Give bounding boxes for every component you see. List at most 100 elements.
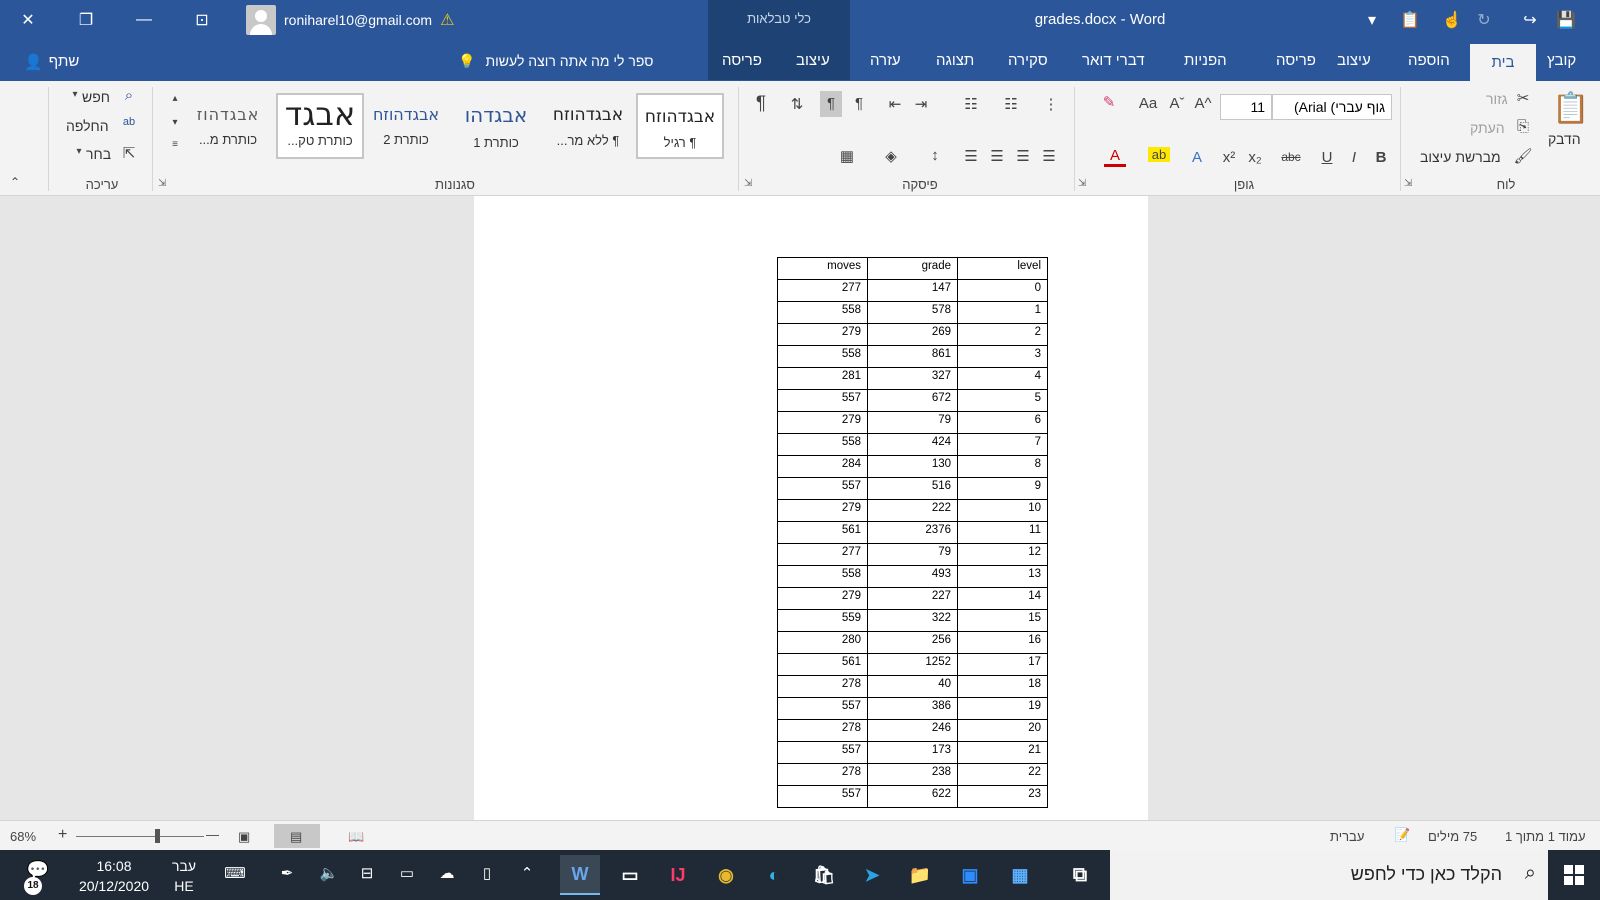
table-row[interactable]: 279 222 10 <box>777 499 1048 522</box>
table-row[interactable]: 559 322 15 <box>777 609 1048 632</box>
table-row[interactable]: 281 327 4 <box>777 367 1048 390</box>
warning-icon[interactable]: ⚠ <box>440 10 454 30</box>
redo-icon[interactable]: ↪ <box>1518 8 1542 32</box>
proofing-icon[interactable]: 📝 <box>1394 827 1410 843</box>
table-cell[interactable]: 861 <box>867 345 958 368</box>
battery-icon[interactable]: ▭ <box>396 864 418 882</box>
tab-help[interactable]: עזרה <box>870 52 901 69</box>
table-cell[interactable]: 561 <box>777 521 868 544</box>
table-row[interactable]: 561 1252 17 <box>777 653 1048 676</box>
table-cell[interactable]: grade <box>867 257 958 280</box>
find-button[interactable]: חפש <box>82 89 110 105</box>
table-row[interactable]: 279 79 6 <box>777 411 1048 434</box>
table-cell[interactable]: 557 <box>777 477 868 500</box>
table-cell[interactable]: 578 <box>867 301 958 324</box>
tab-layout[interactable]: פריסה <box>1276 52 1316 69</box>
minimize-icon[interactable]: — <box>132 8 156 32</box>
file-explorer-icon[interactable]: 📁 <box>900 855 940 895</box>
style-normal[interactable]: אבגדהוזח ¶ רגיל <box>636 93 724 159</box>
align-right-icon[interactable]: ☰ <box>1038 147 1060 165</box>
table-cell[interactable]: 15 <box>957 609 1048 632</box>
tab-review[interactable]: סקירה <box>1008 52 1048 69</box>
find-dropdown-icon[interactable]: ▾ <box>64 89 86 100</box>
table-cell[interactable]: level <box>957 257 1048 280</box>
terminal-app-icon[interactable]: ▭ <box>610 855 650 895</box>
multilevel-list-icon[interactable]: ⋮ <box>1040 95 1062 113</box>
tab-table-design[interactable]: עיצוב <box>796 52 830 69</box>
decrease-indent-icon[interactable]: ⇤ <box>884 95 906 113</box>
font-color-icon[interactable]: A <box>1104 147 1126 167</box>
table-row[interactable]: 557 622 23 <box>777 785 1048 808</box>
style-no-spacing[interactable]: אבגדהוזח ¶ ללא מר... <box>544 93 632 159</box>
table-cell[interactable]: 40 <box>867 675 958 698</box>
table-cell[interactable]: 79 <box>867 411 958 434</box>
justify-icon[interactable]: ☰ <box>960 147 982 165</box>
table-cell[interactable]: 281 <box>777 367 868 390</box>
table-row[interactable]: 557 173 21 <box>777 741 1048 764</box>
paragraph-launcher-icon[interactable]: ⇲ <box>744 178 752 189</box>
table-row[interactable]: 279 269 2 <box>777 323 1048 346</box>
table-cell[interactable]: 227 <box>867 587 958 610</box>
touch-keyboard-icon[interactable]: ⌨ <box>218 864 252 882</box>
subscript-icon[interactable]: x₂ <box>1244 149 1266 166</box>
table-cell[interactable]: 18 <box>957 675 1048 698</box>
styles-launcher-icon[interactable]: ⇲ <box>158 178 166 189</box>
ribbon-display-options-icon[interactable]: ⊡ <box>190 8 214 32</box>
table-row[interactable]: 558 578 1 <box>777 301 1048 324</box>
table-cell[interactable]: 2 <box>957 323 1048 346</box>
web-layout-icon[interactable]: ▣ <box>238 829 250 845</box>
highlight-icon[interactable]: ab <box>1148 147 1170 162</box>
change-case-icon[interactable]: Aa <box>1134 95 1162 112</box>
line-spacing-icon[interactable]: ↕ <box>924 147 946 164</box>
table-cell[interactable]: 277 <box>777 279 868 302</box>
table-cell[interactable]: 14 <box>957 587 1048 610</box>
table-row[interactable]: 278 238 22 <box>777 763 1048 786</box>
style-heading-1[interactable]: אבגדהו כותרת 1 <box>452 93 540 159</box>
table-cell[interactable]: 558 <box>777 301 868 324</box>
format-painter-button[interactable]: מברשת עיצוב <box>1420 149 1501 165</box>
tell-me-box[interactable]: ספר לי מה אתה רוצה לעשות 💡 <box>458 53 653 70</box>
collapse-ribbon-icon[interactable]: ⌃ <box>4 175 26 189</box>
tab-references[interactable]: הפניות <box>1184 52 1227 69</box>
avatar[interactable] <box>246 5 276 35</box>
text-effects-icon[interactable]: A <box>1186 149 1208 166</box>
tab-view[interactable]: תצוגה <box>936 52 974 69</box>
network-icon[interactable]: ⊟ <box>356 864 378 882</box>
phone-icon[interactable]: ▯ <box>476 864 498 882</box>
increase-indent-icon[interactable]: ⇥ <box>910 95 932 113</box>
table-cell[interactable]: 9 <box>957 477 1048 500</box>
table-row[interactable]: 277 79 12 <box>777 543 1048 566</box>
table-cell[interactable]: 279 <box>777 587 868 610</box>
table-cell[interactable]: 279 <box>777 323 868 346</box>
table-row[interactable]: 280 256 16 <box>777 631 1048 654</box>
onedrive-error-icon[interactable]: ☁ <box>436 864 458 882</box>
show-formatting-icon[interactable]: ¶ <box>750 93 772 115</box>
tab-insert[interactable]: הוספה <box>1408 52 1450 69</box>
table-cell[interactable]: 672 <box>867 389 958 412</box>
edge-browser-icon[interactable]: ◐ <box>754 855 794 895</box>
table-cell[interactable]: 23 <box>957 785 1048 808</box>
table-row[interactable]: 557 672 5 <box>777 389 1048 412</box>
zoom-slider[interactable] <box>76 836 204 837</box>
word-count[interactable]: 75 מילים <box>1428 829 1477 844</box>
table-cell[interactable]: 278 <box>777 763 868 786</box>
intellij-app-icon[interactable]: IJ <box>658 855 698 895</box>
table-cell[interactable]: 6 <box>957 411 1048 434</box>
table-cell[interactable]: 557 <box>777 785 868 808</box>
store-app-icon[interactable]: 🛍 <box>804 855 844 895</box>
borders-icon[interactable]: ▦ <box>836 147 858 165</box>
zoom-slider-thumb[interactable] <box>155 829 160 843</box>
table-row[interactable]: 557 516 9 <box>777 477 1048 500</box>
table-cell[interactable]: 322 <box>867 609 958 632</box>
table-cell[interactable]: 279 <box>777 499 868 522</box>
table-row[interactable]: 279 227 14 <box>777 587 1048 610</box>
start-button[interactable] <box>1548 850 1600 900</box>
replace-button[interactable]: החלפה <box>66 118 109 134</box>
table-cell[interactable]: 130 <box>867 455 958 478</box>
table-row[interactable]: 278 40 18 <box>777 675 1048 698</box>
table-cell[interactable]: 557 <box>777 697 868 720</box>
zoom-app-icon[interactable]: ▣ <box>950 855 990 895</box>
table-cell[interactable]: 559 <box>777 609 868 632</box>
table-row[interactable]: 558 493 13 <box>777 565 1048 588</box>
table-cell[interactable]: 516 <box>867 477 958 500</box>
